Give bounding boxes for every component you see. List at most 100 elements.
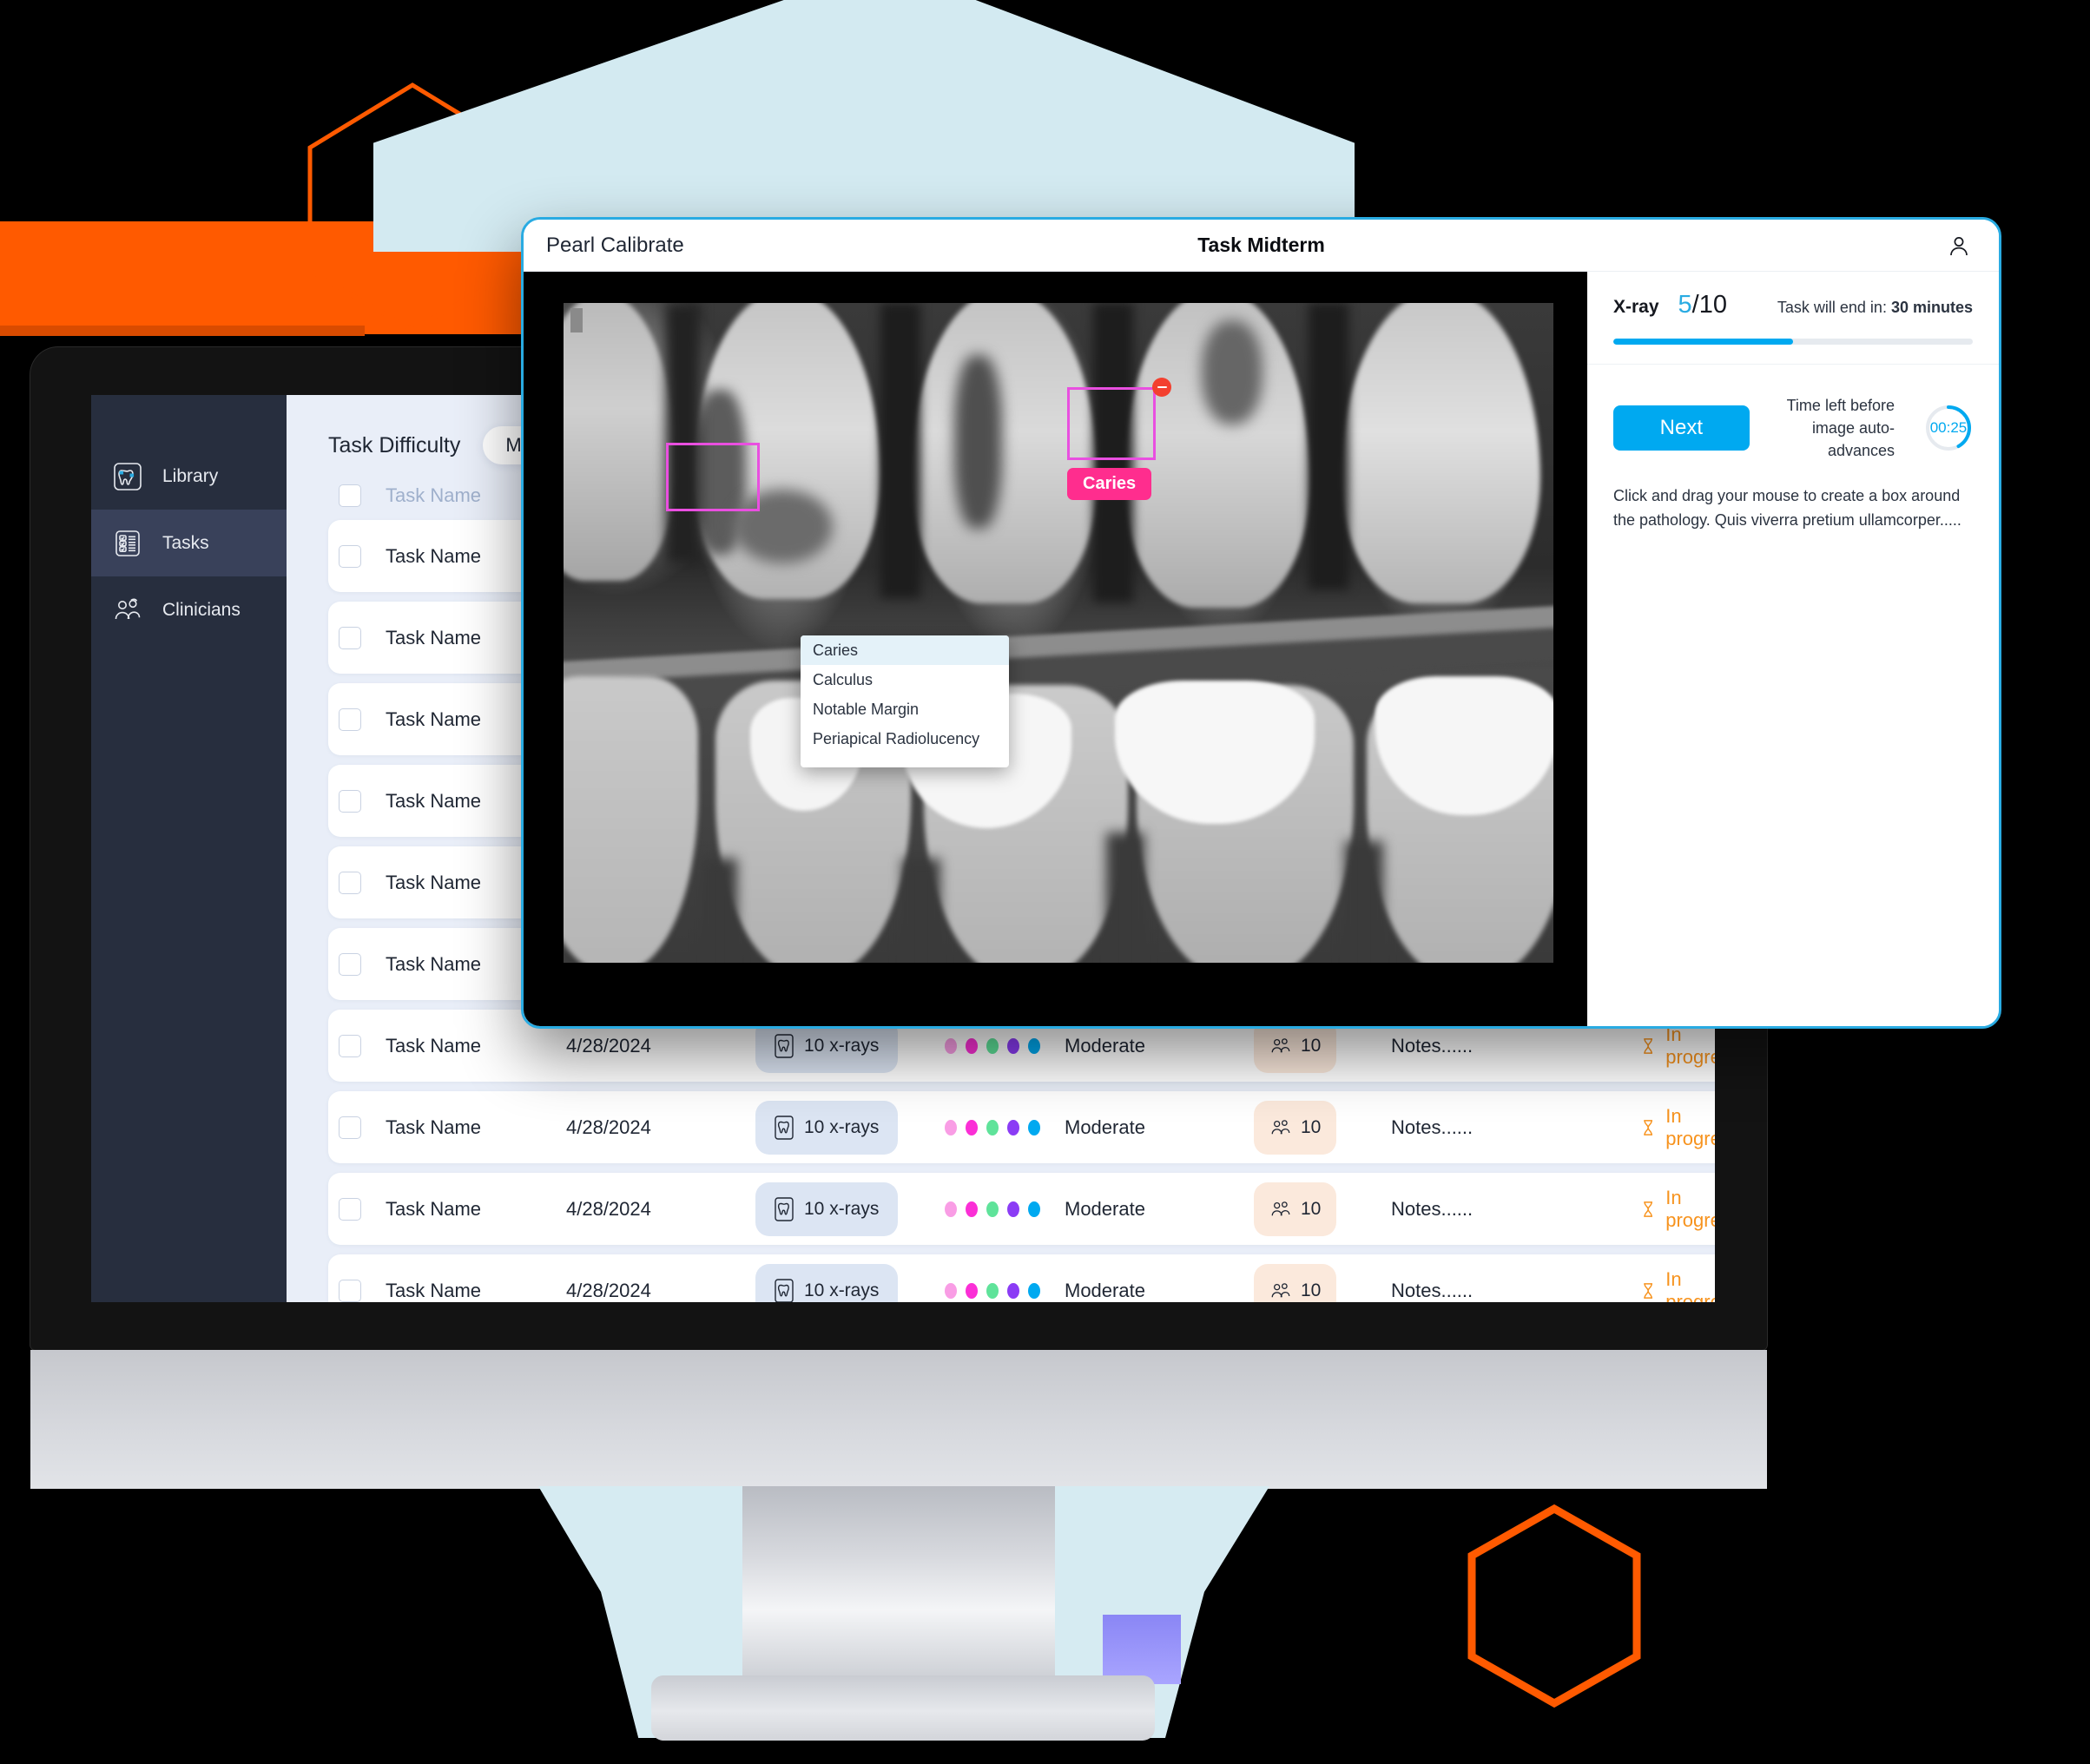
cell-status: In progress	[1641, 1024, 1715, 1069]
sidebar-item-label: Library	[162, 465, 219, 486]
difficulty-dot	[945, 1119, 957, 1135]
row-checkbox[interactable]	[339, 626, 361, 649]
cell-clinicians: 10	[1254, 1100, 1367, 1155]
table-row[interactable]: Task Name 4/28/2024 10 x-rays Moderate 10 Not…	[328, 1091, 1715, 1163]
tooth-icon	[775, 1115, 794, 1140]
countdown-value: 00:25	[1929, 419, 1968, 437]
cell-date: 4/28/2024	[566, 1034, 651, 1056]
xray-viewer[interactable]: Caries Caries Calculus Notable Margin Pe…	[524, 272, 1587, 1026]
annotation-delete-icon[interactable]	[1152, 378, 1171, 397]
xray-count-chip: 10 x-rays	[755, 1100, 899, 1155]
cell-difficulty-dots	[945, 1282, 1040, 1299]
tooth-icon	[775, 1033, 794, 1058]
instruction-hint: Click and drag your mouse to create a bo…	[1613, 487, 1961, 530]
sidebar-item-label: Clinicians	[162, 599, 241, 620]
pathology-dropdown-menu[interactable]: Caries Calculus Notable Margin Periapica…	[801, 635, 1009, 767]
cell-difficulty: Moderate	[1065, 1116, 1145, 1138]
difficulty-dot	[1007, 1119, 1019, 1135]
next-button[interactable]: Next	[1613, 405, 1750, 451]
row-checkbox[interactable]	[339, 1116, 361, 1139]
hourglass-icon	[1644, 1037, 1652, 1054]
row-checkbox[interactable]	[339, 952, 361, 976]
status-label: In progress	[1665, 1186, 1715, 1231]
hexagon-outline-bottom-decoration	[1467, 1504, 1641, 1708]
status-label: In progress	[1665, 1267, 1715, 1303]
tooth-icon	[775, 1196, 794, 1221]
cell-notes: Notes......	[1391, 1034, 1474, 1056]
dental-radiograph-image[interactable]: Caries Caries Calculus Notable Margin Pe…	[564, 303, 1553, 963]
annotation-label-caries[interactable]: Caries	[1067, 468, 1152, 500]
difficulty-dot	[966, 1282, 978, 1299]
cell-difficulty-dots	[945, 1201, 1040, 1217]
table-row[interactable]: Task Name 4/28/2024 10 x-rays Moderate 10 Not…	[328, 1173, 1715, 1245]
monitor-chin	[30, 1350, 1767, 1489]
xray-count-label: 10 x-rays	[804, 1280, 880, 1300]
annotation-box-right[interactable]	[1067, 387, 1156, 460]
cell-status: In progress	[1641, 1187, 1715, 1232]
xray-progress-bar	[1613, 339, 1973, 345]
app-task-title: Task Midterm	[1197, 234, 1325, 256]
cell-difficulty: Moderate	[1065, 1034, 1145, 1056]
cell-xrays: 10 x-rays	[755, 1100, 920, 1155]
sidebar-item-tasks[interactable]: Tasks	[91, 510, 287, 576]
row-checkbox[interactable]	[339, 871, 361, 894]
sidebar-item-label: Tasks	[162, 532, 209, 553]
xray-count-label: 10 x-rays	[804, 1116, 880, 1137]
cell-task-name: Task Name	[386, 871, 482, 893]
cell-date: 4/28/2024	[566, 1116, 651, 1138]
xray-counter: 5/10	[1678, 291, 1727, 319]
cell-xrays: 10 x-rays	[755, 1181, 920, 1236]
clinicians-icon	[1271, 1282, 1290, 1297]
hourglass-icon	[1644, 1201, 1652, 1217]
row-checkbox[interactable]	[339, 1279, 361, 1302]
cell-notes: Notes......	[1391, 1197, 1474, 1220]
cell-task-name: Task Name	[386, 1279, 482, 1301]
auto-advance-text: Time left before image auto-advances	[1767, 394, 1895, 462]
clinicians-icon	[110, 593, 145, 628]
difficulty-dot	[945, 1282, 957, 1299]
sidebar: Library Tasks Clinicians	[91, 395, 287, 1302]
orange-band-decoration	[0, 221, 599, 334]
dropdown-option-notable-margin[interactable]: Notable Margin	[801, 694, 1009, 724]
cell-task-name: Task Name	[386, 544, 482, 567]
row-checkbox[interactable]	[339, 789, 361, 813]
select-all-checkbox[interactable]	[339, 484, 361, 507]
xray-current: 5	[1678, 291, 1692, 319]
dropdown-option-calculus[interactable]: Calculus	[801, 665, 1009, 694]
annotation-box-left[interactable]	[666, 443, 760, 511]
task-panel: X-ray 5/10 Task will end in: 30 minutes …	[1587, 272, 1999, 1026]
purple-accent-decoration	[1103, 1615, 1181, 1684]
cell-notes: Notes......	[1391, 1279, 1474, 1301]
difficulty-dot	[1028, 1037, 1040, 1054]
table-row[interactable]: Task Name 4/28/2024 10 x-rays Moderate 10 Not…	[328, 1254, 1715, 1302]
cell-date: 4/28/2024	[566, 1279, 651, 1301]
dropdown-option-periapical-radiolucency[interactable]: Periapical Radiolucency	[801, 724, 1009, 754]
xray-count-label: 10 x-rays	[804, 1035, 880, 1056]
row-checkbox[interactable]	[339, 544, 361, 568]
clinician-count-chip: 10	[1254, 1263, 1337, 1302]
cell-task-name: Task Name	[386, 708, 482, 730]
cell-difficulty: Moderate	[1065, 1279, 1145, 1301]
row-checkbox[interactable]	[339, 708, 361, 731]
difficulty-dot	[1028, 1201, 1040, 1217]
cell-task-name: Task Name	[386, 789, 482, 812]
xray-progress-bar-fill	[1613, 339, 1793, 345]
dropdown-option-caries[interactable]: Caries	[801, 635, 1009, 665]
row-checkbox[interactable]	[339, 1034, 361, 1057]
row-checkbox[interactable]	[339, 1197, 361, 1221]
clinician-count-label: 10	[1301, 1280, 1322, 1300]
xray-progress-line: X-ray 5/10 Task will end in: 30 minutes	[1613, 291, 1973, 319]
sidebar-item-library[interactable]: Library	[91, 443, 287, 510]
cell-task-name: Task Name	[386, 626, 482, 648]
xray-progress-section: X-ray 5/10 Task will end in: 30 minutes	[1587, 272, 1999, 365]
sidebar-item-clinicians[interactable]: Clinicians	[91, 576, 287, 643]
xray-label: X-ray	[1613, 297, 1659, 317]
auto-advance-line-2: image auto-advances	[1811, 419, 1895, 460]
difficulty-dot	[945, 1201, 957, 1217]
cell-task-name: Task Name	[386, 1116, 482, 1138]
difficulty-dot	[986, 1037, 999, 1054]
column-header-task-name[interactable]: Task Name	[386, 484, 481, 507]
xray-total: /10	[1691, 291, 1727, 319]
app-body: Caries Caries Calculus Notable Margin Pe…	[524, 272, 1999, 1026]
clinician-count-chip: 10	[1254, 1100, 1337, 1155]
